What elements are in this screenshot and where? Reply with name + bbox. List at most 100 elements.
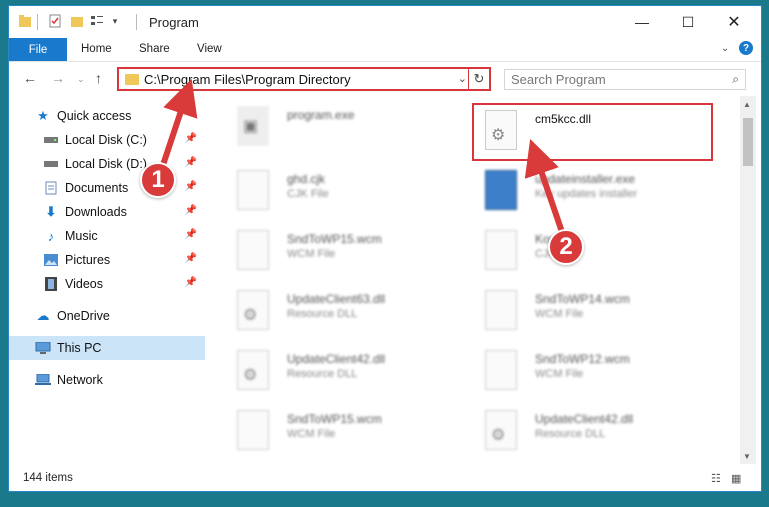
nav-item-local-disk-c[interactable]: Local Disk (C:) 📌 xyxy=(9,128,205,152)
nav-item-network[interactable]: Network xyxy=(9,368,205,392)
nav-item-label: Local Disk (C:) xyxy=(65,133,147,147)
customize-toolbar-icon[interactable]: ▾ xyxy=(107,13,123,29)
address-row: ← → ⌄ ↑ C:\Program Files\Program Directo… xyxy=(9,62,761,94)
folder-icon xyxy=(125,74,139,85)
pin-icon[interactable]: 📌 xyxy=(185,253,197,264)
step-2-badge: 2 xyxy=(548,229,584,265)
tab-file[interactable]: File xyxy=(9,38,67,61)
file-type: CJK File xyxy=(287,188,329,200)
explorer-window: ▾ Program — ☐ ✕ File Home Share View ⌄ ?… xyxy=(8,5,762,492)
forward-icon[interactable]: → xyxy=(51,70,65,86)
file-icon xyxy=(485,230,517,270)
scroll-down-icon[interactable]: ▼ xyxy=(743,452,751,461)
up-icon[interactable]: ↑ xyxy=(95,70,102,86)
nav-item-local-disk-d[interactable]: Local Disk (D:) 📌 xyxy=(9,152,205,176)
new-folder-icon[interactable] xyxy=(69,13,85,29)
file-name: updateinstaller.exe xyxy=(535,172,636,186)
file-icon xyxy=(237,230,269,270)
list-item[interactable]: ⚙ UpdateClient42.dll Resource DLL xyxy=(463,406,703,458)
recent-locations-icon[interactable]: ⌄ xyxy=(77,74,85,85)
pin-icon[interactable]: 📌 xyxy=(185,205,197,216)
drive-icon xyxy=(43,156,59,172)
title-bar: ▾ Program — ☐ ✕ xyxy=(9,6,761,38)
file-name: UpdateClient42.dll xyxy=(535,412,634,426)
dll-icon: ⚙ xyxy=(237,350,269,390)
nav-item-pictures[interactable]: Pictures 📌 xyxy=(9,248,205,272)
file-type: WCM File xyxy=(535,308,584,320)
file-icon xyxy=(485,350,517,390)
file-type: Resource DLL xyxy=(535,428,606,440)
file-type: Resource DLL xyxy=(287,368,358,380)
help-icon[interactable]: ? xyxy=(739,41,753,55)
navigation-pane: ★ Quick access Local Disk (C:) 📌 Local D… xyxy=(9,96,205,464)
scroll-thumb[interactable] xyxy=(743,118,753,166)
nav-item-music[interactable]: ♪ Music 📌 xyxy=(9,224,205,248)
scroll-up-icon[interactable]: ▲ xyxy=(743,100,751,109)
dll-icon: ⚙ xyxy=(237,290,269,330)
view-options-icon[interactable] xyxy=(89,13,105,29)
search-icon[interactable]: ⌕ xyxy=(732,72,739,87)
nav-item-videos[interactable]: Videos 📌 xyxy=(9,272,205,296)
pin-icon[interactable]: 📌 xyxy=(185,181,197,192)
properties-icon[interactable] xyxy=(47,13,63,29)
pin-icon[interactable]: 📌 xyxy=(185,229,197,240)
music-icon: ♪ xyxy=(47,228,55,244)
back-icon[interactable]: ← xyxy=(23,70,37,86)
tab-home[interactable]: Home xyxy=(81,43,112,55)
nav-item-downloads[interactable]: ⬇ Downloads 📌 xyxy=(9,200,205,224)
file-name: program.exe xyxy=(287,108,355,122)
nav-item-label: Pictures xyxy=(65,253,111,267)
file-name: SndToWP14.wcm xyxy=(535,292,630,306)
file-name: SndToWP15.wcm xyxy=(287,232,382,246)
file-name: UpdateClient42.dll xyxy=(287,352,386,366)
nav-item-this-pc[interactable]: This PC xyxy=(9,336,205,360)
search-input[interactable]: Search Program ⌕ xyxy=(504,69,746,90)
divider xyxy=(136,14,137,30)
nav-item-onedrive[interactable]: ☁ OneDrive xyxy=(9,304,205,328)
file-type: Resource DLL xyxy=(287,308,358,320)
downloads-icon: ⬇ xyxy=(45,204,57,219)
list-item[interactable]: SndToWP15.wcm WCM File xyxy=(215,406,455,458)
list-item[interactable]: ghd.cjk CJK File xyxy=(215,166,455,218)
onedrive-icon: ☁ xyxy=(36,308,50,323)
file-icon xyxy=(237,170,269,210)
address-bar[interactable]: C:\Program Files\Program Directory ⌄ ↻ xyxy=(117,67,491,91)
details-view-icon[interactable]: ☷ xyxy=(711,472,725,485)
drive-icon xyxy=(43,132,59,148)
tab-share[interactable]: Share xyxy=(139,43,170,55)
list-item[interactable]: SndToWP15.wcm WCM File xyxy=(215,226,455,278)
file-highlight xyxy=(472,103,713,161)
network-icon xyxy=(35,372,51,388)
documents-icon xyxy=(43,180,59,196)
tiles-view-icon[interactable]: ▦ xyxy=(731,472,745,485)
close-button[interactable]: ✕ xyxy=(711,6,757,38)
window-title: Program xyxy=(149,15,199,30)
list-item[interactable]: SndToWP14.wcm WCM File xyxy=(463,286,703,338)
file-name: UpdateClient63.dll xyxy=(287,292,386,306)
refresh-icon[interactable]: ↻ xyxy=(468,69,489,89)
list-item[interactable]: ▣ program.exe xyxy=(215,102,455,154)
pin-icon[interactable]: 📌 xyxy=(185,157,197,168)
nav-item-label: This PC xyxy=(57,341,102,355)
folder-icon[interactable] xyxy=(17,13,33,29)
nav-item-label: Network xyxy=(57,373,103,387)
pictures-icon xyxy=(43,252,59,268)
nav-item-quick-access[interactable]: ★ Quick access xyxy=(9,104,205,128)
maximize-button[interactable]: ☐ xyxy=(665,6,711,38)
chevron-down-icon[interactable]: ⌄ xyxy=(458,72,467,85)
file-name: SndToWP12.wcm xyxy=(535,352,630,366)
file-name: SndToWP15.wcm xyxy=(287,412,382,426)
list-item[interactable]: ⚙ UpdateClient42.dll Resource DLL xyxy=(215,346,455,398)
pin-icon[interactable]: 📌 xyxy=(185,277,197,288)
expand-ribbon-icon[interactable]: ⌄ xyxy=(721,43,729,54)
list-item[interactable]: SndToWP12.wcm WCM File xyxy=(463,346,703,398)
tab-view[interactable]: View xyxy=(197,43,222,55)
list-item[interactable]: updateinstaller.exe Key updates installe… xyxy=(463,166,703,218)
pin-icon[interactable]: 📌 xyxy=(185,133,197,144)
file-icon xyxy=(485,290,517,330)
file-icon xyxy=(237,410,269,450)
vertical-scrollbar[interactable]: ▲ ▼ xyxy=(740,96,756,464)
list-item[interactable]: ⚙ UpdateClient63.dll Resource DLL xyxy=(215,286,455,338)
nav-item-label: Videos xyxy=(65,277,103,291)
minimize-button[interactable]: — xyxy=(619,6,665,38)
